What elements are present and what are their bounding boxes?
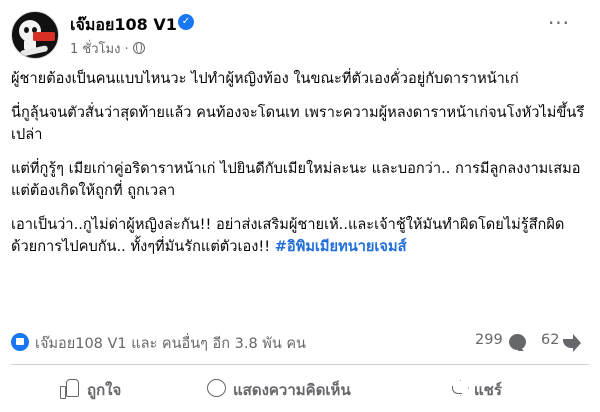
post-paragraph: นี่กูลุ้นจนตัวสั่นว่าสุดท้ายแล้ว คนท้องจ…: [11, 104, 585, 143]
share-count-icon: [563, 334, 581, 352]
post-paragraph: ผู้ชายต้องเป็นคนแบบไหนวะ ไปทำผู้หญิงท้อง…: [11, 70, 519, 87]
share-label: แชร์: [474, 381, 502, 399]
post-meta: 1 ชั่วโมง ·: [70, 38, 145, 59]
verified-badge-icon: ✓: [178, 14, 194, 30]
post-timestamp[interactable]: 1 ชั่วโมง: [70, 42, 120, 57]
comment-count-icon: [509, 334, 526, 351]
action-bar: ถูกใจ แสดงความคิดเห็น แชร์: [0, 366, 600, 410]
post-paragraph: แต่ที่กูรู้ๆ เมียเก่าคู่อริดาราหน้าเก่ ไ…: [11, 160, 581, 199]
like-button[interactable]: ถูกใจ: [50, 370, 180, 406]
comment-button[interactable]: แสดงความคิดเห็น: [195, 370, 395, 406]
share-button[interactable]: แชร์: [440, 370, 560, 406]
divider: [11, 364, 589, 365]
share-arrow-icon: [452, 380, 470, 396]
globe-icon[interactable]: [132, 42, 145, 54]
page-name-link[interactable]: เจ๊มอย108 V1: [70, 13, 177, 38]
like-label: ถูกใจ: [87, 381, 122, 399]
hashtag-link[interactable]: #อิพิมเมียทนายเจมส์: [275, 238, 407, 255]
reactions-row: เจ๊มอย108 V1 และ คนอื่นๆ อีก 3.8 พัน คน …: [11, 330, 589, 354]
post-paragraph-last: เอาเป็นว่า..กูไม่ด่าผู้หญิงล่ะกัน!! อย่า…: [11, 214, 591, 258]
meta-separator: ·: [124, 42, 129, 57]
reaction-summary[interactable]: เจ๊มอย108 V1 และ คนอื่นๆ อีก 3.8 พัน คน: [35, 332, 306, 355]
comment-bubble-icon: [207, 379, 226, 397]
comment-label: แสดงความคิดเห็น: [233, 381, 351, 399]
thumbs-up-icon: [60, 379, 80, 399]
more-options-icon[interactable]: ···: [545, 13, 573, 36]
share-count[interactable]: 62: [541, 332, 559, 348]
facebook-post: เจ๊มอย108 V1 ✓ 1 ชั่วโมง · ··· ผู้ชายต้อง…: [0, 0, 600, 412]
post-body: ผู้ชายต้องเป็นคนแบบไหนวะ ไปทำผู้หญิงท้อง…: [11, 68, 591, 270]
comment-count[interactable]: 299: [475, 332, 503, 348]
like-reaction-icon[interactable]: [11, 333, 29, 351]
page-avatar[interactable]: [11, 11, 59, 59]
